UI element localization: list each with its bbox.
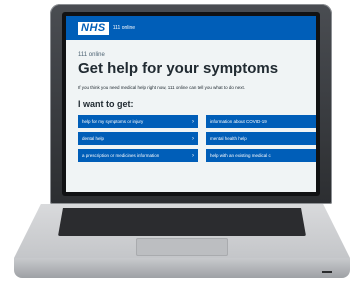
trackpad [136, 238, 228, 256]
option-symptoms-injury[interactable]: help for my symptoms or injury › [78, 115, 198, 128]
option-label: a prescription or medicines information [82, 153, 160, 158]
option-label: information about COVID-19 [210, 119, 267, 124]
option-mental-health[interactable]: mental health help › [206, 132, 316, 145]
chevron-right-icon: › [192, 118, 194, 125]
status-led [322, 271, 332, 273]
web-page: NHS 111 online 111 online Get help for y… [66, 16, 316, 192]
page-caption: 111 online [78, 52, 105, 58]
options-grid: help for my symptoms or injury › informa… [78, 115, 316, 162]
option-label: help with an existing medical c [210, 153, 271, 158]
want-heading: I want to get: [78, 99, 134, 109]
option-label: mental health help [210, 136, 247, 141]
laptop-lid: NHS 111 online 111 online Get help for y… [50, 4, 332, 204]
nhs-logo[interactable]: NHS [78, 21, 109, 35]
keyboard [58, 208, 306, 236]
option-prescription[interactable]: a prescription or medicines information … [78, 149, 198, 162]
option-label: dental help [82, 136, 105, 141]
intro-text: If you think you need medical help right… [78, 85, 245, 90]
service-name[interactable]: 111 online [113, 25, 135, 31]
option-dental-help[interactable]: dental help › [78, 132, 198, 145]
chevron-right-icon: › [192, 135, 194, 142]
page-title: Get help for your symptoms [78, 60, 279, 77]
main-content: 111 online Get help for your symptoms If… [66, 40, 316, 162]
laptop-front-edge [14, 258, 350, 278]
option-existing-condition[interactable]: help with an existing medical c [206, 149, 316, 162]
option-covid-info[interactable]: information about COVID-19 › [206, 115, 316, 128]
site-header: NHS 111 online [66, 16, 316, 40]
screen-bezel: NHS 111 online 111 online Get help for y… [62, 12, 320, 196]
option-label: help for my symptoms or injury [82, 119, 144, 124]
chevron-right-icon: › [192, 152, 194, 159]
